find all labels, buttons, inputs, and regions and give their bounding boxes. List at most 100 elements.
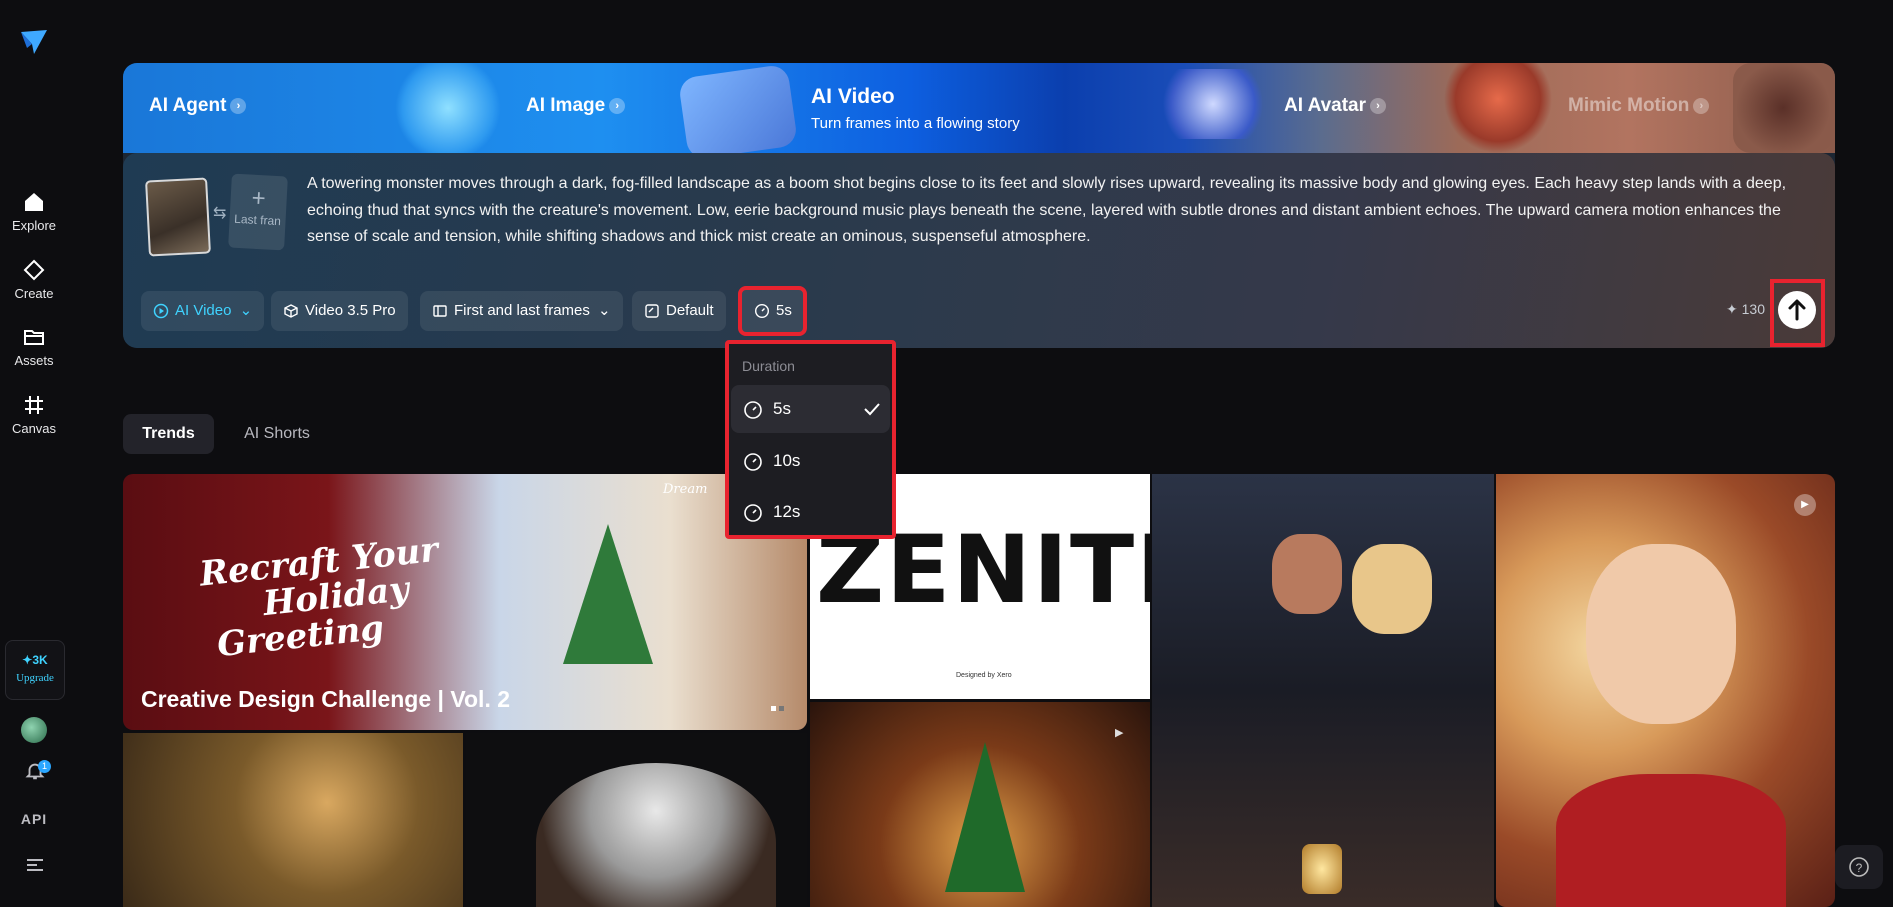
featured-challenge-card[interactable]: Recraft Your Holiday Greeting Dream Crea…	[123, 474, 807, 730]
aspect-ratio-icon	[645, 304, 659, 318]
checkmark-icon	[864, 403, 880, 416]
frames-select[interactable]: First and last frames ⌄	[420, 291, 623, 331]
generate-button[interactable]	[1778, 291, 1816, 329]
bokeh-card[interactable]	[123, 733, 463, 907]
nav-assets-label: Assets	[14, 353, 54, 368]
cave-tree-art	[945, 742, 1025, 892]
nav-assets[interactable]: Assets	[0, 325, 68, 368]
app-logo-icon[interactable]	[18, 26, 50, 58]
notification-badge: 1	[38, 760, 51, 773]
image-art	[677, 63, 799, 161]
upgrade-button[interactable]: ✦3K Upgrade	[5, 640, 65, 700]
duration-heading: Duration	[742, 358, 795, 374]
canvas-icon	[25, 396, 43, 414]
man-figure-art	[1272, 534, 1342, 614]
duration-select[interactable]: 5s	[738, 286, 807, 336]
duration-dropdown: Duration 5s 10s 12s	[725, 340, 896, 539]
carousel-dot-active[interactable]	[771, 706, 776, 711]
upgrade-label: Upgrade	[16, 672, 54, 684]
nav-create[interactable]: Create	[0, 258, 68, 301]
home-icon	[25, 193, 43, 211]
woman-figure-art	[1352, 544, 1432, 634]
arrow-up-icon	[1788, 299, 1806, 321]
help-button[interactable]: ?	[1835, 845, 1883, 889]
tab-ai-shorts[interactable]: AI Shorts	[230, 414, 324, 454]
nav-canvas[interactable]: Canvas	[0, 393, 68, 436]
tab-ai-image-label: AI Image	[526, 95, 606, 116]
menu-icon[interactable]	[24, 856, 46, 874]
frames-select-label: First and last frames	[454, 302, 590, 319]
model-select[interactable]: Video 3.5 Pro	[271, 291, 408, 331]
last-frame-upload[interactable]: + Last fran	[228, 173, 288, 251]
watermark: Dream	[663, 482, 708, 497]
nav-explore[interactable]: Explore	[0, 190, 68, 233]
agent-art	[388, 63, 508, 153]
api-link[interactable]: API	[0, 811, 68, 827]
duration-option-12s[interactable]: 12s	[731, 488, 890, 536]
tab-ai-video[interactable]: AI Video	[811, 85, 895, 109]
folder-icon	[24, 330, 44, 345]
first-frame-thumbnail[interactable]	[145, 177, 211, 257]
featured-art-text: Recraft Your Holiday Greeting	[198, 530, 447, 665]
avatar[interactable]	[21, 717, 47, 743]
tab-ai-image[interactable]: AI Image ›	[526, 95, 626, 117]
ratio-select-label: Default	[666, 302, 714, 319]
chevron-down-icon: ⌄	[598, 302, 611, 319]
tab-ai-agent-label: AI Agent	[149, 95, 227, 116]
tab-ai-agent[interactable]: AI Agent ›	[149, 95, 247, 117]
duration-option-10s[interactable]: 10s	[731, 437, 890, 485]
mode-select[interactable]: AI Video ⌄	[141, 291, 265, 331]
svg-text:?: ?	[1856, 861, 1863, 875]
portrait-card[interactable]	[466, 733, 807, 907]
generator-panel: AI Agent › AI Image › AI Video Turn frames…	[123, 63, 1835, 348]
question-icon: ?	[1849, 857, 1869, 877]
duration-option-label: 10s	[773, 451, 801, 470]
cave-christmas-card[interactable]: ▶	[810, 702, 1150, 907]
diamond-icon	[23, 259, 45, 281]
model-select-label: Video 3.5 Pro	[305, 302, 396, 319]
chevron-down-icon: ⌄	[239, 302, 253, 319]
portrait-hair-art	[536, 763, 776, 907]
lantern-art	[1302, 844, 1342, 894]
nav-canvas-label: Canvas	[11, 421, 57, 436]
chevron-right-icon: ›	[230, 97, 247, 114]
nav-create-label: Create	[14, 286, 54, 301]
play-circle-icon	[153, 303, 169, 319]
play-icon[interactable]: ▶	[1115, 726, 1123, 739]
christmas-tree-art	[563, 524, 653, 664]
frames-icon	[433, 305, 447, 317]
play-icon[interactable]: ▶	[1794, 494, 1816, 516]
duration-select-label: 5s	[776, 302, 792, 319]
duration-option-label: 12s	[773, 502, 801, 521]
red-dress-art	[1556, 774, 1786, 907]
chevron-right-icon: ›	[1370, 97, 1387, 114]
nav-explore-label: Explore	[11, 218, 57, 233]
duration-option-5s[interactable]: 5s	[731, 385, 890, 433]
featured-title: Creative Design Challenge | Vol. 2	[141, 686, 511, 712]
video-art	[1153, 69, 1273, 139]
tab-mimic-motion[interactable]: Mimic Motion ›	[1568, 95, 1710, 117]
plus-icon: +	[250, 184, 267, 213]
masquerade-card[interactable]	[1152, 474, 1494, 907]
last-frame-label: Last fran	[233, 211, 282, 229]
mode-select-label: AI Video	[175, 302, 232, 319]
clock-icon	[744, 453, 762, 471]
holiday-portrait-card[interactable]: ▶	[1496, 474, 1835, 907]
prompt-text[interactable]: A towering monster moves through a dark,…	[307, 171, 1807, 251]
duration-option-label: 5s	[773, 399, 791, 418]
avatar-art	[1443, 63, 1553, 153]
tab-ai-avatar-label: AI Avatar	[1284, 95, 1367, 116]
tab-trends[interactable]: Trends	[123, 414, 214, 454]
clock-icon	[744, 401, 762, 419]
tab-ai-video-subtitle: Turn frames into a flowing story	[811, 115, 1020, 132]
swap-frames-icon[interactable]: ⇆	[213, 203, 226, 223]
tab-ai-avatar[interactable]: AI Avatar ›	[1284, 95, 1387, 117]
credit-balance: ✦3K	[22, 653, 48, 667]
mimic-art	[1733, 63, 1833, 153]
carousel-dot[interactable]	[779, 706, 784, 711]
zenith-credit: Designed by Xero	[956, 672, 1012, 679]
ratio-select[interactable]: Default	[632, 291, 726, 331]
clock-icon	[754, 304, 770, 319]
cube-icon	[284, 304, 298, 318]
credit-cost: ✦ 130	[1726, 301, 1765, 317]
